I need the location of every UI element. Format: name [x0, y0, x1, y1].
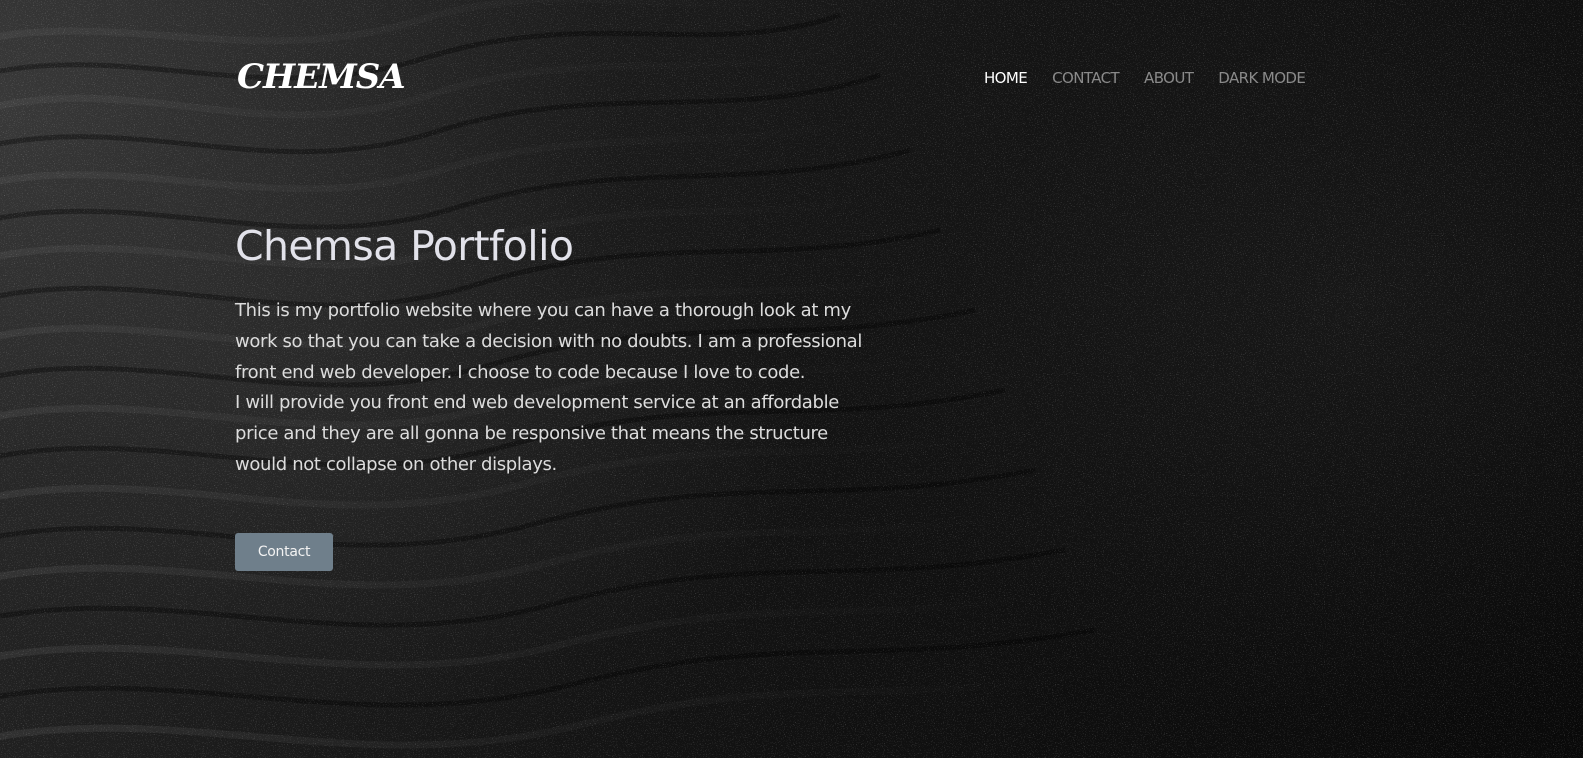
- main-nav: HOME CONTACT ABOUT DARK MODE: [984, 68, 1306, 88]
- chemsa-logo[interactable]: CHEMSA: [235, 56, 405, 96]
- hero-section: CHEMSA HOME CONTACT ABOUT DARK MODE Chem…: [0, 0, 1583, 758]
- contact-button[interactable]: Contact: [235, 533, 333, 571]
- hero-paragraph-intro: This is my portfolio website where you c…: [235, 300, 862, 383]
- nav-about-link[interactable]: ABOUT: [1144, 68, 1194, 88]
- logo-text: CHEMSA: [237, 57, 405, 96]
- nav-contact-link[interactable]: CONTACT: [1052, 68, 1120, 88]
- page-title: Chemsa Portfolio: [235, 222, 574, 270]
- hero-paragraph-services: I will provide you front end web develop…: [235, 392, 839, 475]
- hero-content: Chemsa Portfolio This is my portfolio we…: [235, 218, 875, 481]
- dark-mode-toggle[interactable]: DARK MODE: [1218, 68, 1306, 88]
- nav-home-link[interactable]: HOME: [984, 68, 1028, 88]
